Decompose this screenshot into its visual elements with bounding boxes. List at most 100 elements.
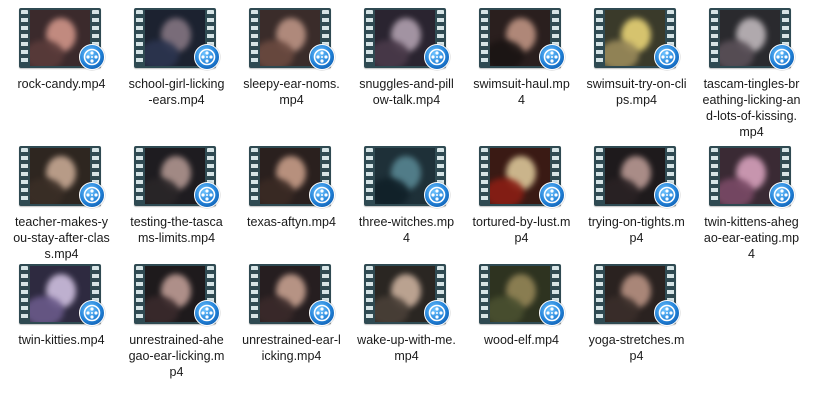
film-perforation (480, 148, 488, 204)
media-player-icon (193, 182, 220, 208)
media-player-icon (78, 44, 105, 70)
video-thumbnail (133, 8, 220, 70)
video-file-item[interactable]: teacher-makes-you-stay-after-class.mp4 (4, 145, 119, 263)
video-file-item[interactable]: swimsuit-haul.mp4 (464, 7, 579, 145)
video-thumbnail (478, 146, 565, 208)
media-player-icon (653, 300, 680, 326)
file-name-label: unrestrained-ahegao-ear-licking.mp4 (128, 333, 225, 379)
video-thumbnail (133, 146, 220, 208)
media-player-icon (78, 300, 105, 326)
film-perforation (20, 148, 28, 204)
video-thumbnail (593, 264, 680, 326)
film-perforation (365, 10, 373, 66)
file-name-label: wake-up-with-me.mp4 (357, 333, 456, 363)
media-player-icon (538, 300, 565, 326)
video-thumbnail (708, 8, 795, 70)
video-thumbnail (248, 8, 335, 70)
film-perforation (480, 266, 488, 322)
video-file-item[interactable]: twin-kittens-ahegao-ear-eating.mp4 (694, 145, 809, 263)
video-file-item[interactable]: trying-on-tights.mp4 (579, 145, 694, 263)
video-file-item[interactable]: snuggles-and-pillow-talk.mp4 (349, 7, 464, 145)
file-name-label: wood-elf.mp4 (483, 333, 560, 347)
file-name-label: swimsuit-try-on-clips.mp4 (586, 77, 687, 107)
film-perforation (250, 266, 258, 322)
file-explorer-view: rock-candy.mp4 school-girl-licking-ears.… (0, 0, 825, 410)
video-file-item[interactable]: swimsuit-try-on-clips.mp4 (579, 7, 694, 145)
video-file-item[interactable]: testing-the-tascams-limits.mp4 (119, 145, 234, 263)
video-thumbnail (18, 264, 105, 326)
file-name-label: testing-the-tascams-limits.mp4 (130, 215, 223, 245)
video-file-item[interactable]: tortured-by-lust.mp4 (464, 145, 579, 263)
file-name-label: twin-kittens-ahegao-ear-eating.mp4 (703, 215, 800, 261)
film-perforation (135, 266, 143, 322)
file-name-label: three-witches.mp4 (358, 215, 455, 245)
film-perforation (595, 10, 603, 66)
film-perforation (710, 148, 718, 204)
file-name-label: sleepy-ear-noms.mp4 (243, 77, 340, 107)
film-perforation (595, 266, 603, 322)
file-name-label: yoga-stretches.mp4 (588, 333, 685, 363)
video-file-item[interactable]: school-girl-licking-ears.mp4 (119, 7, 234, 145)
video-thumbnail (248, 146, 335, 208)
media-player-icon (423, 182, 450, 208)
media-player-icon (653, 44, 680, 70)
media-player-icon (308, 44, 335, 70)
film-perforation (480, 10, 488, 66)
video-thumbnail (363, 8, 450, 70)
file-name-label: rock-candy.mp4 (17, 77, 106, 91)
media-player-icon (423, 300, 450, 326)
film-perforation (250, 148, 258, 204)
video-thumbnail (18, 8, 105, 70)
media-player-icon (193, 300, 220, 326)
video-thumbnail (363, 146, 450, 208)
video-file-item[interactable]: texas-aftyn.mp4 (234, 145, 349, 263)
file-name-label: twin-kitties.mp4 (18, 333, 105, 347)
film-perforation (710, 10, 718, 66)
file-name-label: unrestrained-ear-licking.mp4 (242, 333, 341, 363)
video-file-item[interactable]: wake-up-with-me.mp4 (349, 263, 464, 383)
video-thumbnail (708, 146, 795, 208)
media-player-icon (538, 182, 565, 208)
film-perforation (365, 148, 373, 204)
video-file-item[interactable]: unrestrained-ear-licking.mp4 (234, 263, 349, 383)
video-thumbnail (478, 8, 565, 70)
file-name-label: texas-aftyn.mp4 (247, 215, 336, 229)
video-file-item[interactable]: unrestrained-ahegao-ear-licking.mp4 (119, 263, 234, 383)
video-file-item[interactable]: rock-candy.mp4 (4, 7, 119, 145)
film-perforation (135, 148, 143, 204)
media-player-icon (308, 182, 335, 208)
media-player-icon (653, 182, 680, 208)
file-name-label: swimsuit-haul.mp4 (473, 77, 570, 107)
media-player-icon (423, 44, 450, 70)
video-file-item[interactable]: twin-kitties.mp4 (4, 263, 119, 383)
video-thumbnail (593, 8, 680, 70)
film-perforation (20, 10, 28, 66)
film-perforation (595, 148, 603, 204)
video-file-item[interactable]: sleepy-ear-noms.mp4 (234, 7, 349, 145)
film-perforation (250, 10, 258, 66)
video-thumbnail (363, 264, 450, 326)
file-name-label: school-girl-licking-ears.mp4 (128, 77, 225, 107)
file-name-label: trying-on-tights.mp4 (588, 215, 685, 245)
file-name-label: snuggles-and-pillow-talk.mp4 (359, 77, 454, 107)
film-perforation (135, 10, 143, 66)
video-thumbnail (133, 264, 220, 326)
video-file-item[interactable]: three-witches.mp4 (349, 145, 464, 263)
film-perforation (20, 266, 28, 322)
video-thumbnail (18, 146, 105, 208)
video-thumbnail (478, 264, 565, 326)
media-player-icon (193, 44, 220, 70)
video-file-item[interactable]: tascam-tingles-breathing-licking-and-lot… (694, 7, 809, 145)
media-player-icon (78, 182, 105, 208)
video-thumbnail (593, 146, 680, 208)
media-player-icon (768, 44, 795, 70)
media-player-icon (538, 44, 565, 70)
file-grid: rock-candy.mp4 school-girl-licking-ears.… (4, 7, 809, 383)
video-file-item[interactable]: wood-elf.mp4 (464, 263, 579, 383)
file-name-label: tascam-tingles-breathing-licking-and-lot… (702, 77, 801, 139)
media-player-icon (308, 300, 335, 326)
file-name-label: teacher-makes-you-stay-after-class.mp4 (13, 215, 110, 261)
video-file-item[interactable]: yoga-stretches.mp4 (579, 263, 694, 383)
file-name-label: tortured-by-lust.mp4 (472, 215, 571, 245)
video-thumbnail (248, 264, 335, 326)
